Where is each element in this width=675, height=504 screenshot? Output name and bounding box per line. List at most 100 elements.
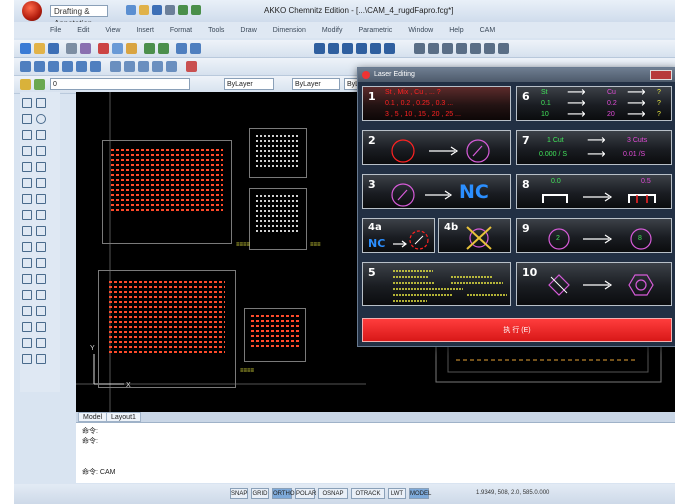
save-icon[interactable]: [152, 5, 162, 15]
snap-toggle[interactable]: SNAP: [230, 488, 248, 499]
save-icon[interactable]: [48, 43, 59, 54]
menu-cam[interactable]: CAM: [480, 27, 496, 34]
card-3-no-cut[interactable]: 3 NC: [362, 174, 511, 209]
execute-button[interactable]: 执 行 (E): [362, 318, 672, 342]
card-4a-nc-cut[interactable]: 4a NC: [362, 218, 435, 253]
grid-toggle[interactable]: GRID: [251, 488, 269, 499]
menu-parametric[interactable]: Parametric: [358, 27, 392, 34]
redo-icon[interactable]: [191, 5, 201, 15]
card-6-param-convert[interactable]: 6 St 0.1 10 ⟶ ⟶ ⟶ Cu 0.2 20 ⟶ ⟶ ⟶ ? ? ?: [516, 86, 672, 121]
leader-icon[interactable]: [36, 322, 46, 332]
menu-draw[interactable]: Draw: [240, 27, 256, 34]
menu-modify[interactable]: Modify: [322, 27, 343, 34]
erase-icon[interactable]: [186, 61, 197, 72]
region-icon[interactable]: [22, 354, 32, 364]
arc-icon[interactable]: [22, 130, 32, 140]
tab-model[interactable]: Model: [78, 412, 108, 422]
sheet-set-icon[interactable]: [456, 43, 467, 54]
offset-icon[interactable]: [166, 61, 177, 72]
new-icon[interactable]: [20, 43, 31, 54]
zoom-extents-icon[interactable]: [328, 43, 339, 54]
command-prompt[interactable]: 命令: CAM: [82, 467, 115, 477]
copy-icon[interactable]: [112, 43, 123, 54]
rectangle-icon[interactable]: [76, 61, 87, 72]
ellipse-icon[interactable]: [22, 162, 32, 172]
card-7-cut-count[interactable]: 7 1 Cut 0.000 / S ⟶ ⟶ 3 Cuts 0.01 /S: [516, 130, 672, 165]
redo-icon[interactable]: [158, 43, 169, 54]
undo-icon[interactable]: [178, 5, 188, 15]
trim-icon[interactable]: [22, 226, 32, 236]
zoom-out-icon[interactable]: [356, 43, 367, 54]
menu-window[interactable]: Window: [408, 27, 433, 34]
polyline-icon[interactable]: [22, 114, 32, 124]
circle-icon[interactable]: [36, 114, 46, 124]
zoom-in-icon[interactable]: [342, 43, 353, 54]
calculator-icon[interactable]: [484, 43, 495, 54]
chamfer-icon[interactable]: [36, 242, 46, 252]
text-icon[interactable]: [22, 178, 32, 188]
hatch-icon[interactable]: [90, 61, 101, 72]
undo-icon[interactable]: [144, 43, 155, 54]
rectangle-icon[interactable]: [36, 130, 46, 140]
ray-icon[interactable]: [36, 98, 46, 108]
break-icon[interactable]: [22, 290, 32, 300]
point-icon[interactable]: [36, 338, 46, 348]
join-icon[interactable]: [36, 290, 46, 300]
zoom-all-icon[interactable]: [384, 43, 395, 54]
layer-dropdown[interactable]: 0: [50, 78, 190, 90]
model-toggle[interactable]: MODEL: [409, 488, 431, 499]
design-center-icon[interactable]: [428, 43, 439, 54]
menu-edit[interactable]: Edit: [77, 27, 89, 34]
mirror-icon[interactable]: [152, 61, 163, 72]
stretch-icon[interactable]: [36, 274, 46, 284]
color-dropdown[interactable]: ByLayer: [224, 78, 274, 90]
polar-toggle[interactable]: POLAR: [295, 488, 316, 499]
menu-dimension[interactable]: Dimension: [273, 27, 306, 34]
offset-icon[interactable]: [22, 274, 32, 284]
pan-icon[interactable]: [176, 43, 187, 54]
markup-icon[interactable]: [470, 43, 481, 54]
tab-layout1[interactable]: Layout1: [106, 412, 141, 422]
osnap-toggle[interactable]: OSNAP: [318, 488, 348, 499]
card-8-bridge[interactable]: 8 0.0 0.5: [516, 174, 672, 209]
zoom-icon[interactable]: [190, 43, 201, 54]
block-icon[interactable]: [36, 178, 46, 188]
zoom-window-icon[interactable]: [314, 43, 325, 54]
card-9-priority[interactable]: 9 2 8: [516, 218, 672, 253]
preview-icon[interactable]: [80, 43, 91, 54]
print-icon[interactable]: [66, 43, 77, 54]
open-icon[interactable]: [34, 43, 45, 54]
menu-tools[interactable]: Tools: [208, 27, 224, 34]
extend-icon[interactable]: [36, 226, 46, 236]
menu-insert[interactable]: Insert: [136, 27, 154, 34]
lwt-toggle[interactable]: LWT: [388, 488, 406, 499]
hatch-icon[interactable]: [36, 162, 46, 172]
polyline-icon[interactable]: [34, 61, 45, 72]
circle-icon[interactable]: [48, 61, 59, 72]
explode-icon[interactable]: [22, 306, 32, 316]
menu-view[interactable]: View: [105, 27, 120, 34]
mirror-icon[interactable]: [36, 258, 46, 268]
menu-format[interactable]: Format: [170, 27, 192, 34]
linetype-dropdown[interactable]: ByLayer: [292, 78, 340, 90]
card-2-lead-in[interactable]: 2: [362, 130, 511, 165]
scale-icon[interactable]: [36, 210, 46, 220]
print-icon[interactable]: [165, 5, 175, 15]
scale-icon[interactable]: [138, 61, 149, 72]
help-icon[interactable]: [498, 43, 509, 54]
close-button[interactable]: [650, 70, 672, 80]
boundary-icon[interactable]: [36, 354, 46, 364]
ortho-toggle[interactable]: ORTHO: [272, 488, 295, 499]
copy-icon[interactable]: [36, 194, 46, 204]
open-icon[interactable]: [139, 5, 149, 15]
card-10-corner-loop[interactable]: 10: [516, 262, 672, 306]
menu-file[interactable]: File: [50, 27, 61, 34]
card-1-material-thickness[interactable]: 1 St , Mix , Cu , ... ? 0.1 , 0.2 , 0.25…: [362, 86, 511, 121]
line-icon[interactable]: [22, 98, 32, 108]
layer-manager-icon[interactable]: [20, 79, 31, 90]
rotate-icon[interactable]: [22, 210, 32, 220]
zoom-previous-icon[interactable]: [370, 43, 381, 54]
move-icon[interactable]: [110, 61, 121, 72]
app-logo-icon[interactable]: [22, 1, 42, 21]
menu-help[interactable]: Help: [449, 27, 463, 34]
